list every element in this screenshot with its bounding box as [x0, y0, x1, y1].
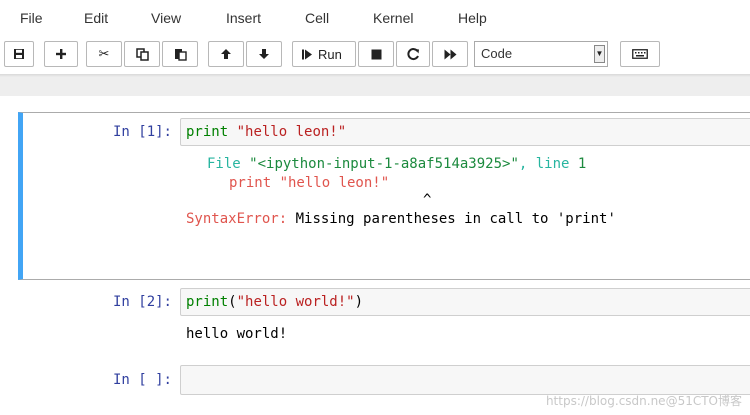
error-text: Missing parentheses in call to 'print' [287, 211, 616, 227]
cell-type-select[interactable]: Code ▼ [474, 41, 608, 67]
menu-bar: File Edit View Insert Cell Kernel Help [0, 0, 750, 36]
stop-icon [371, 49, 381, 59]
traceback-source-line: print "hello leon!" [229, 175, 390, 191]
save-icon [14, 49, 24, 59]
interrupt-button[interactable] [358, 41, 394, 67]
code-input[interactable]: print("hello world!") [180, 288, 750, 316]
toolbar: ✂ Run Code ▼ [0, 40, 750, 70]
traceback-file-line: File "<ipython-input-1-a8af514a3925>", l… [207, 156, 586, 172]
code-keyword: print [186, 124, 229, 140]
code-keyword: print [186, 294, 229, 310]
error-message: SyntaxError: Missing parentheses in call… [186, 211, 616, 227]
paste-icon [174, 48, 187, 61]
traceback-caret: ^ [423, 192, 432, 208]
restart-icon [406, 47, 419, 60]
copy-button[interactable] [124, 41, 160, 67]
code-paren-close: ) [354, 294, 364, 310]
arrow-down-icon [259, 49, 269, 59]
watermark: https://blog.csdn.ne@51CTO博客 [545, 394, 742, 408]
code-input[interactable]: print "hello leon!" [180, 118, 750, 146]
cell-type-value: Code [481, 46, 513, 61]
menu-kernel[interactable]: Kernel [373, 10, 413, 26]
copy-icon [135, 47, 149, 61]
scissors-icon: ✂ [98, 46, 110, 61]
plus-icon [56, 49, 66, 59]
restart-kernel-button[interactable] [396, 41, 430, 67]
code-input[interactable] [180, 365, 750, 395]
cell-prompt: In [ ]: [112, 372, 172, 388]
traceback-file-prefix: File [207, 156, 250, 172]
menu-view[interactable]: View [151, 10, 181, 26]
restart-run-all-button[interactable] [432, 41, 468, 67]
cell-output: hello world! [186, 326, 288, 342]
run-label: Run [318, 46, 342, 62]
arrow-up-icon [221, 49, 231, 59]
cut-button[interactable]: ✂ [86, 41, 122, 67]
error-type: SyntaxError: [186, 211, 288, 227]
menu-file[interactable]: File [20, 10, 43, 26]
paste-button[interactable] [162, 41, 198, 67]
run-button[interactable]: Run [292, 41, 356, 67]
header-separator [0, 74, 750, 96]
traceback-line-number: 1 [577, 156, 587, 172]
command-palette-button[interactable] [620, 41, 660, 67]
menu-help[interactable]: Help [458, 10, 487, 26]
code-paren-open: ( [228, 294, 237, 310]
code-string: "hello leon!" [228, 124, 347, 140]
keyboard-icon [632, 49, 648, 59]
cell-prompt: In [2]: [112, 294, 172, 310]
menu-edit[interactable]: Edit [84, 10, 108, 26]
insert-cell-button[interactable] [44, 41, 78, 67]
move-down-button[interactable] [246, 41, 282, 67]
step-forward-icon [302, 49, 312, 59]
menu-cell[interactable]: Cell [305, 10, 329, 26]
move-up-button[interactable] [208, 41, 244, 67]
chevron-down-icon: ▼ [594, 45, 605, 63]
save-button[interactable] [4, 41, 34, 67]
traceback-line-prefix: , line [518, 156, 578, 172]
menu-insert[interactable]: Insert [226, 10, 261, 26]
cell-prompt: In [1]: [112, 124, 172, 140]
code-string: "hello world!" [236, 294, 355, 310]
traceback-file-name: "<ipython-input-1-a8af514a3925>" [249, 156, 519, 172]
fast-forward-icon [444, 49, 456, 59]
